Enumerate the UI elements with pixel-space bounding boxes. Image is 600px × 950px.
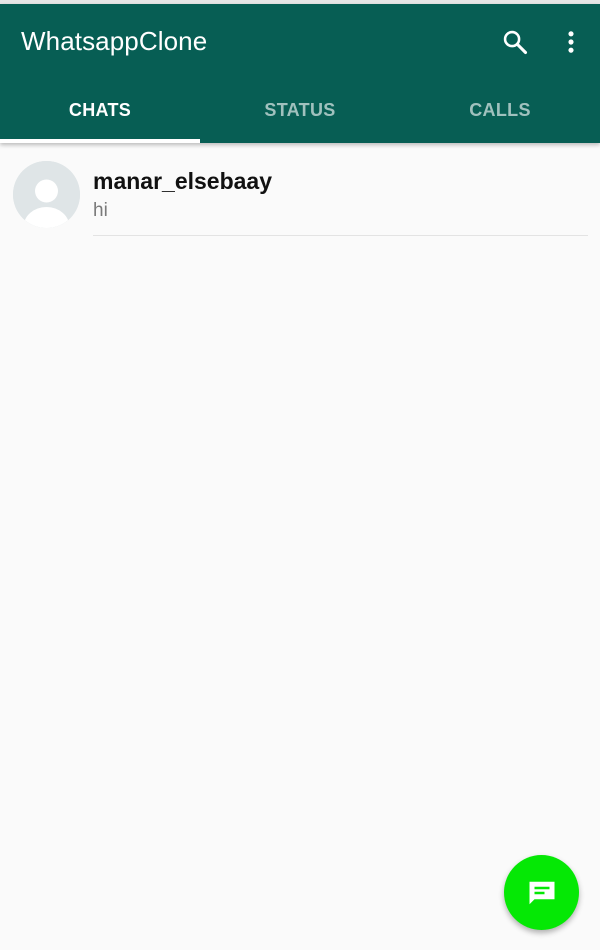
chat-contact-name: manar_elsebaay [93, 168, 273, 194]
tab-status[interactable]: STATUS [200, 84, 400, 143]
app-title: WhatsappClone [21, 26, 208, 56]
chats-screen: WhatsappClone CHATS STATUS CALLS manar_e… [0, 0, 600, 950]
search-icon [503, 30, 528, 55]
more-options-button[interactable] [551, 22, 591, 62]
new-chat-fab[interactable] [504, 855, 579, 930]
tab-bar: CHATS STATUS CALLS [0, 84, 600, 143]
more-vert-icon [568, 31, 574, 53]
chat-last-message: hi [93, 200, 108, 221]
tab-calls[interactable]: CALLS [400, 84, 600, 143]
chat-divider [93, 235, 588, 236]
default-avatar-icon [13, 161, 80, 228]
app-bar: WhatsappClone CHATS STATUS CALLS [0, 4, 600, 143]
search-button[interactable] [495, 22, 535, 62]
chat-list-item[interactable]: manar_elsebaay hi [0, 143, 600, 237]
tab-chats[interactable]: CHATS [0, 84, 200, 143]
avatar[interactable] [13, 161, 80, 228]
new-chat-icon [529, 881, 554, 904]
